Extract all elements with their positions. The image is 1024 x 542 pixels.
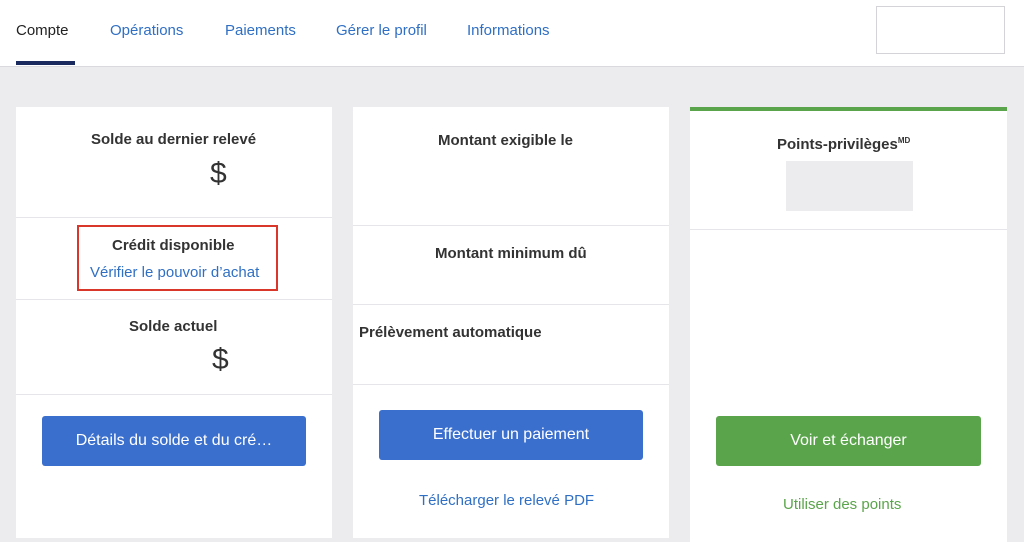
- download-pdf-statement-link[interactable]: Télécharger le relevé PDF: [419, 492, 594, 509]
- amount-due-label: Montant exigible le: [438, 132, 574, 149]
- autopay-label: Prélèvement automatique: [359, 324, 542, 341]
- points-value-placeholder: [786, 161, 913, 211]
- view-exchange-button[interactable]: Voir et échanger: [716, 416, 981, 466]
- tab-operations[interactable]: Opérations: [110, 22, 183, 39]
- top-navigation: Compte Opérations Paiements Gérer le pro…: [0, 0, 1024, 67]
- divider: [16, 299, 332, 300]
- highlight-box: [77, 225, 278, 291]
- balance-card: Solde au dernier relevé $ Crédit disponi…: [16, 107, 332, 538]
- current-balance-value: $: [212, 343, 229, 376]
- balance-details-button[interactable]: Détails du solde et du cré…: [42, 416, 306, 466]
- tab-informations[interactable]: Informations: [467, 22, 550, 39]
- make-payment-button[interactable]: Effectuer un paiement: [379, 410, 643, 460]
- points-title: Points-privilègesMD: [777, 136, 911, 153]
- divider: [353, 304, 669, 305]
- payment-card: Montant exigible le Montant minimum dû P…: [353, 107, 669, 538]
- card-image-placeholder: [876, 6, 1005, 54]
- divider: [16, 217, 332, 218]
- points-card: Points-privilègesMD Voir et échanger Uti…: [690, 107, 1007, 542]
- divider: [690, 229, 1007, 230]
- divider: [353, 225, 669, 226]
- tab-paiements[interactable]: Paiements: [225, 22, 296, 39]
- divider: [16, 394, 332, 395]
- divider: [353, 384, 669, 385]
- use-points-link[interactable]: Utiliser des points: [783, 496, 901, 513]
- last-statement-label: Solde au dernier relevé: [91, 131, 257, 148]
- last-statement-value: $: [210, 157, 227, 190]
- tab-gerer-le-profil[interactable]: Gérer le profil: [336, 22, 427, 39]
- tab-compte[interactable]: Compte: [16, 22, 69, 39]
- current-balance-label: Solde actuel: [129, 318, 218, 335]
- minimum-due-label: Montant minimum dû: [435, 245, 587, 262]
- active-tab-underline: [16, 61, 75, 65]
